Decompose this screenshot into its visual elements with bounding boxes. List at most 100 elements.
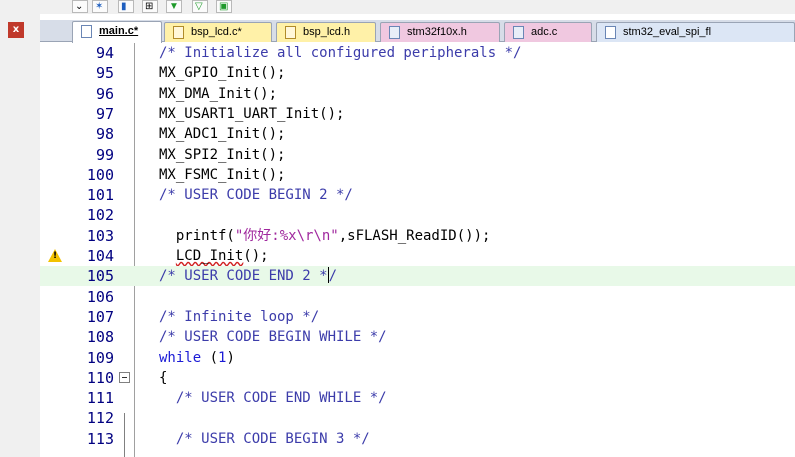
code-token: MX_USART1_UART_Init(); xyxy=(159,105,345,122)
close-icon[interactable]: x xyxy=(8,22,24,38)
code-line[interactable]: 103 printf("你好:%x\r\n",sFLASH_ReadID()); xyxy=(40,226,795,246)
code-line[interactable]: 112 xyxy=(40,408,795,428)
left-panel xyxy=(0,14,40,457)
line-number: 110 xyxy=(86,368,114,387)
tab-bsp-lcd-c[interactable]: bsp_lcd.c* xyxy=(164,22,272,42)
dropdown-chevron-icon[interactable]: ⌄ xyxy=(72,0,88,13)
code-token: /* USER CODE END WHILE */ xyxy=(159,390,387,407)
editor-tab-strip: main.c* bsp_lcd.c* bsp_lcd.h stm32f10x.h… xyxy=(40,20,795,43)
file-icon xyxy=(173,26,184,39)
code-line[interactable]: 107 /* Infinite loop */ xyxy=(40,307,795,327)
tab-label: bsp_lcd.h xyxy=(303,26,351,38)
line-number: 103 xyxy=(86,226,114,245)
code-line[interactable]: 98 MX_ADC1_Init(); xyxy=(40,124,795,144)
funnel-icon[interactable]: ▽ xyxy=(192,0,208,13)
code-text: /* Infinite loop */ xyxy=(159,307,319,327)
code-line[interactable]: 109 while (1) xyxy=(40,348,795,368)
code-token: /* USER CODE BEGIN 3 */ xyxy=(159,430,370,447)
code-text: printf("你好:%x\r\n",sFLASH_ReadID()); xyxy=(159,226,491,246)
pinned-file-icon xyxy=(389,26,400,39)
code-token: /* USER CODE BEGIN WHILE */ xyxy=(159,329,387,346)
code-token: MX_DMA_Init(); xyxy=(159,85,278,102)
code-text: { xyxy=(159,368,167,388)
tab-stm32f10x-h[interactable]: stm32f10x.h xyxy=(380,22,500,42)
code-text: MX_DMA_Init(); xyxy=(159,84,277,104)
code-line[interactable]: 100 MX_FSMC_Init(); xyxy=(40,165,795,185)
code-token: ) xyxy=(226,349,235,366)
line-number: 99 xyxy=(95,145,114,164)
code-line[interactable]: 97 MX_USART1_UART_Init(); xyxy=(40,104,795,124)
code-text: /* USER CODE END 2 */ xyxy=(159,266,337,286)
image-icon[interactable]: ▣ xyxy=(216,0,232,13)
code-text: MX_GPIO_Init(); xyxy=(159,63,285,83)
line-number: 111 xyxy=(86,389,114,408)
code-text: /* Initialize all configured peripherals… xyxy=(159,43,521,63)
code-line[interactable]: 110 { xyxy=(40,368,795,388)
line-number: 109 xyxy=(86,348,114,367)
code-line[interactable]: 102 xyxy=(40,205,795,225)
code-line[interactable]: 104 LCD_Init(); xyxy=(40,246,795,266)
code-text: MX_USART1_UART_Init(); xyxy=(159,104,344,124)
code-text: /* USER CODE END WHILE */ xyxy=(159,388,387,408)
code-line[interactable]: 105 /* USER CODE END 2 */ xyxy=(40,266,795,287)
code-token: / xyxy=(328,268,338,285)
tab-label: stm32_eval_spi_fl xyxy=(623,26,712,38)
code-line[interactable]: 94 /* Initialize all configured periphera… xyxy=(40,43,795,63)
code-token: MX_FSMC_Init(); xyxy=(159,166,286,183)
code-editor[interactable]: 94 /* Initialize all configured periphera… xyxy=(40,43,795,457)
code-token: /* USER CODE END 2 * xyxy=(159,268,328,285)
code-token: printf( xyxy=(159,227,235,244)
code-line[interactable]: 101 /* USER CODE BEGIN 2 */ xyxy=(40,185,795,205)
fold-toggle-icon[interactable] xyxy=(119,371,130,383)
code-token: MX_GPIO_Init(); xyxy=(159,65,286,82)
code-line[interactable]: 99 MX_SPI2_Init(); xyxy=(40,145,795,165)
code-line[interactable]: 95 MX_GPIO_Init(); xyxy=(40,63,795,83)
layout-icon[interactable]: ⊞ xyxy=(142,0,158,13)
line-number: 106 xyxy=(86,287,114,306)
code-token: /* Initialize all configured peripherals… xyxy=(159,45,522,61)
code-text: /* USER CODE BEGIN WHILE */ xyxy=(159,327,387,347)
code-token: "你好:%x\r\n" xyxy=(234,227,339,244)
tab-bsp-lcd-h[interactable]: bsp_lcd.h xyxy=(276,22,376,42)
code-token: ,sFLASH_ReadID()); xyxy=(338,227,491,244)
line-number: 108 xyxy=(86,328,114,347)
toolbar: ⌄ ✶ ▮ ⊞ ▼ ▽ ▣ xyxy=(0,0,795,14)
code-token: MX_ADC1_Init(); xyxy=(159,126,286,143)
tab-main-c[interactable]: main.c* xyxy=(72,21,162,43)
code-token: while xyxy=(159,349,202,366)
line-number: 94 xyxy=(95,44,114,62)
code-token: (); xyxy=(243,248,269,264)
line-number: 98 xyxy=(95,125,114,144)
code-text: while (1) xyxy=(159,348,235,368)
wand-icon[interactable]: ✶ xyxy=(92,0,108,13)
code-token: { xyxy=(159,369,168,386)
code-text: MX_SPI2_Init(); xyxy=(159,145,285,165)
tab-label: adc.c xyxy=(531,26,558,38)
tab-adc-c[interactable]: adc.c xyxy=(504,22,592,42)
line-number: 101 xyxy=(86,186,114,205)
line-number: 97 xyxy=(95,104,114,123)
code-text: MX_FSMC_Init(); xyxy=(159,165,285,185)
code-token: /* Infinite loop */ xyxy=(159,308,320,325)
code-token: MX_SPI2_Init(); xyxy=(159,146,286,163)
code-line[interactable]: 106 xyxy=(40,287,795,307)
line-number: 107 xyxy=(86,307,114,326)
code-text: LCD_Init(); xyxy=(159,246,269,266)
warning-icon[interactable] xyxy=(48,249,62,262)
line-number: 105 xyxy=(86,267,114,286)
code-text: /* USER CODE BEGIN 2 */ xyxy=(159,185,353,205)
arrow-down-green-icon[interactable]: ▼ xyxy=(166,0,182,13)
line-number: 112 xyxy=(86,409,114,428)
tab-stm32-eval-spi-flash[interactable]: stm32_eval_spi_fl xyxy=(596,22,795,42)
bookmark-icon[interactable]: ▮ xyxy=(118,0,134,13)
line-number: 102 xyxy=(86,206,114,225)
tab-label: bsp_lcd.c* xyxy=(191,26,242,38)
file-icon xyxy=(605,26,616,39)
code-line[interactable]: 96 MX_DMA_Init(); xyxy=(40,84,795,104)
line-number: 96 xyxy=(95,84,114,103)
code-line[interactable]: 113 /* USER CODE BEGIN 3 */ xyxy=(40,429,795,449)
line-number: 100 xyxy=(86,165,114,184)
code-line[interactable]: 111 /* USER CODE END WHILE */ xyxy=(40,388,795,408)
code-line[interactable]: 108 /* USER CODE BEGIN WHILE */ xyxy=(40,327,795,347)
